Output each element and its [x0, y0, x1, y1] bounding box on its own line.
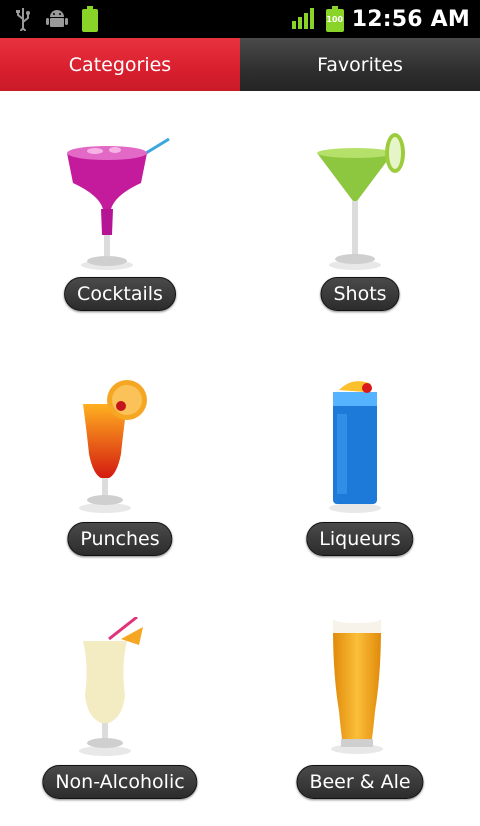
category-label: Punches — [67, 522, 173, 556]
signal-icon — [291, 5, 318, 33]
category-label: Shots — [320, 277, 400, 311]
usb-icon — [14, 7, 32, 35]
category-label: Cocktails — [64, 277, 176, 311]
battery-charging-icon — [82, 6, 98, 36]
category-grid: Cocktails Shots Punches Liqueurs Non-Alc… — [0, 91, 480, 800]
blue-highball-icon — [295, 374, 425, 520]
beer-glass-icon — [295, 615, 425, 761]
category-beer-ale[interactable]: Beer & Ale — [240, 581, 480, 826]
category-label: Liqueurs — [306, 522, 414, 556]
tab-favorites[interactable]: Favorites — [240, 38, 480, 91]
category-label: Non-Alcoholic — [42, 765, 198, 799]
android-debug-icon — [46, 7, 68, 35]
category-punches[interactable]: Punches — [0, 336, 240, 581]
clock: 12:56 AM — [351, 6, 470, 32]
hurricane-glass-icon — [55, 374, 185, 520]
battery-icon: 100 — [325, 6, 344, 32]
battery-level: 100 — [326, 15, 344, 24]
tab-bar: Categories Favorites — [0, 38, 480, 91]
tab-categories[interactable]: Categories — [0, 38, 240, 91]
category-cocktails[interactable]: Cocktails — [0, 91, 240, 336]
martini-icon — [295, 131, 425, 277]
status-bar: 100 12:56 AM — [0, 0, 480, 38]
margarita-icon — [55, 131, 185, 277]
category-non-alcoholic[interactable]: Non-Alcoholic — [0, 581, 240, 826]
category-label: Beer & Ale — [296, 765, 424, 799]
category-liqueurs[interactable]: Liqueurs — [240, 336, 480, 581]
pina-colada-icon — [55, 615, 185, 763]
category-shots[interactable]: Shots — [240, 91, 480, 336]
